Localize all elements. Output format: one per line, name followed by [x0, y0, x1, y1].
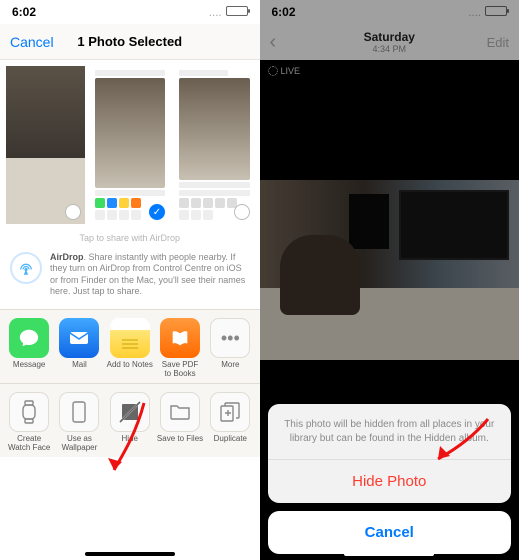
hide-photo-button[interactable]: Hide Photo: [268, 460, 512, 503]
checkmark-icon: ✓: [149, 204, 165, 220]
airdrop-hint: Tap to share with AirDrop: [0, 230, 260, 246]
airdrop-section: AirDrop. Share instantly with people nea…: [0, 246, 260, 309]
watch-icon: [9, 392, 49, 432]
duplicate-plus-icon: [210, 392, 250, 432]
phone-rect-icon: [59, 392, 99, 432]
thumb-3[interactable]: [175, 66, 254, 224]
share-mail[interactable]: Mail: [54, 318, 104, 379]
screenshot-share-sheet: 6:02 .... Cancel 1 Photo Selected: [0, 0, 260, 560]
airdrop-icon: [10, 252, 42, 284]
share-books[interactable]: Save PDF to Books: [155, 318, 205, 379]
action-watch-face[interactable]: Create Watch Face: [4, 392, 54, 453]
photo-thumbnails: ✓: [0, 60, 260, 230]
unselected-circle-icon: [234, 204, 250, 220]
cancel-button[interactable]: Cancel: [10, 34, 54, 50]
sheet-cancel-button[interactable]: Cancel: [268, 511, 512, 554]
screenshot-hide-confirm: 6:02 .... ‹ Saturday 4:34 PM Edit LIVE T…: [260, 0, 519, 560]
thumb-1[interactable]: [6, 66, 85, 224]
unselected-circle-icon: [65, 204, 81, 220]
books-icon: [160, 318, 200, 358]
action-save-files[interactable]: Save to Files: [155, 392, 205, 453]
system-action-row[interactable]: Create Watch Face Use as Wallpaper Hide …: [0, 384, 260, 457]
airdrop-description: AirDrop. Share instantly with people nea…: [50, 252, 250, 297]
hide-slash-icon: [110, 392, 150, 432]
mail-icon: [59, 318, 99, 358]
folder-icon: [160, 392, 200, 432]
thumb-2-selected[interactable]: ✓: [91, 66, 170, 224]
action-sheet: This photo will be hidden from all place…: [268, 404, 512, 554]
share-notes[interactable]: Add to Notes: [105, 318, 155, 379]
more-icon: •••: [210, 318, 250, 358]
action-duplicate[interactable]: Duplicate: [205, 392, 255, 453]
messages-icon: [9, 318, 49, 358]
app-share-row[interactable]: Message Mail Add to Notes Save PDF to Bo…: [0, 309, 260, 384]
share-navbar: Cancel 1 Photo Selected: [0, 24, 260, 60]
sheet-message: This photo will be hidden from all place…: [268, 404, 512, 460]
share-more[interactable]: ••• More: [205, 318, 255, 379]
battery-icon: ....: [209, 5, 247, 19]
status-time: 6:02: [12, 5, 36, 19]
action-hide[interactable]: Hide: [105, 392, 155, 453]
home-indicator[interactable]: [85, 552, 175, 556]
notes-icon: [110, 318, 150, 358]
home-indicator[interactable]: [344, 552, 434, 556]
share-message[interactable]: Message: [4, 318, 54, 379]
action-wallpaper[interactable]: Use as Wallpaper: [54, 392, 104, 453]
status-bar: 6:02 ....: [0, 0, 260, 24]
